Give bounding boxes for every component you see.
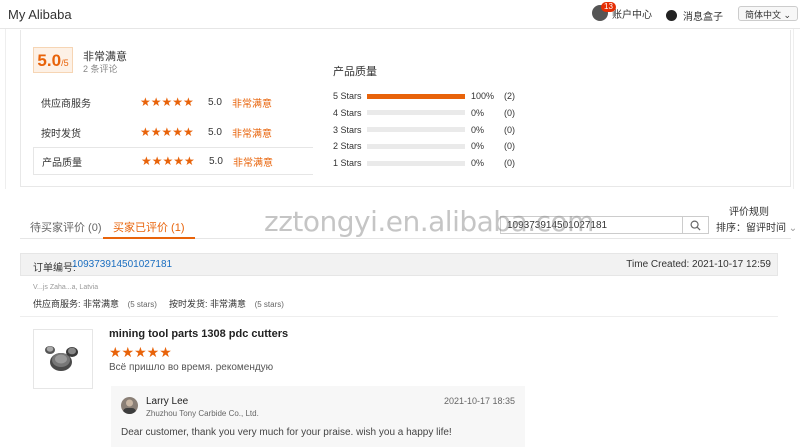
- star-distribution-row: 4 Stars 0% (0): [333, 107, 515, 119]
- account-center[interactable]: 13 账户中心: [592, 2, 652, 21]
- avatar: [121, 397, 138, 414]
- language-value: 简体中文: [745, 10, 782, 20]
- rating-label: 按时发货: [41, 128, 81, 140]
- sub-rating-stars: (5 stars): [127, 300, 157, 309]
- product-name-link[interactable]: mining tool parts 1308 pdc cutters: [109, 328, 288, 340]
- sub-rating-value: 非常满意: [83, 299, 120, 309]
- dist-count: (0): [504, 158, 515, 169]
- dist-count: (0): [504, 124, 515, 135]
- review-star-rating-icon: ★★★★★: [109, 344, 172, 360]
- dist-percent: 0%: [471, 141, 485, 152]
- star-distribution-row: 1 Stars 0% (0): [333, 157, 515, 169]
- search-button[interactable]: [683, 216, 709, 234]
- search-icon: [690, 220, 701, 231]
- quality-title: 产品质量: [333, 66, 377, 78]
- rating-desc: 非常满意: [232, 98, 272, 110]
- rating-desc: 非常满意: [232, 128, 272, 140]
- overall-max: /5: [61, 58, 69, 68]
- language-select[interactable]: 简体中文 ⌄: [738, 6, 799, 21]
- account-avatar[interactable]: 13: [592, 2, 616, 21]
- message-icon[interactable]: [666, 10, 677, 21]
- star-distribution-row: 3 Stars 0% (0): [333, 124, 515, 136]
- sub-rating-label: 供应商服务:: [33, 299, 81, 309]
- star-distribution-row: 2 Stars 0% (0): [333, 140, 515, 152]
- dist-count: (0): [504, 107, 515, 118]
- message-box[interactable]: 消息盒子: [666, 8, 723, 23]
- star-rating-icon: ★★★★★: [141, 154, 195, 168]
- supplier-reply: Larry Lee Zhuzhou Tony Carbide Co., Ltd.…: [111, 386, 525, 447]
- dist-label: 4 Stars: [333, 107, 362, 118]
- review-count: 2 条评论: [83, 64, 118, 74]
- rating-label: 供应商服务: [41, 98, 91, 110]
- star-rating-icon: ★★★★★: [140, 95, 194, 109]
- tab-pending-reviews[interactable]: 待买家评价 (0): [30, 219, 102, 239]
- sub-rating-value: 非常满意: [210, 299, 247, 309]
- dist-bar: [367, 93, 465, 99]
- chevron-down-icon: ⌄: [788, 223, 798, 234]
- reply-date: 2021-10-17 18:35: [443, 396, 515, 406]
- user-avatar-icon: [123, 399, 136, 414]
- divider: [20, 316, 778, 317]
- rating-row-supplier-service: 供应商服务 ★★★★★ 5.0 非常满意: [33, 88, 313, 116]
- dist-percent: 0%: [471, 158, 485, 169]
- right-border: [793, 29, 800, 189]
- dist-label: 5 Stars: [333, 91, 362, 101]
- sub-rating-label: 按时发货:: [169, 299, 208, 309]
- brand-title[interactable]: My Alibaba: [8, 7, 72, 22]
- overall-score-box: 5.0 /5: [33, 47, 73, 73]
- dist-bar: [367, 127, 465, 133]
- dist-bar: [367, 110, 465, 116]
- rating-value: 5.0: [208, 96, 222, 108]
- shipping-rating: 按时发货: 非常满意 (5 stars): [169, 297, 284, 310]
- reply-author-name: Larry Lee: [146, 396, 189, 407]
- sort-label: 排序：留评时间: [716, 223, 786, 234]
- left-border: [0, 29, 6, 189]
- order-search-input[interactable]: [500, 216, 683, 234]
- reply-text: Dear customer, thank you very much for y…: [121, 427, 452, 438]
- top-bar: My Alibaba 13 账户中心 消息盒子 简体中文 ⌄: [0, 0, 800, 29]
- dist-bar-fill: [367, 93, 465, 99]
- order-time-created: Time Created: 2021-10-17 12:59: [626, 259, 771, 270]
- rating-desc: 非常满意: [233, 157, 273, 169]
- overall-score: 5.0: [37, 51, 62, 70]
- notification-badge: 13: [601, 2, 616, 12]
- dist-bar: [367, 143, 465, 149]
- rating-value: 5.0: [209, 155, 223, 167]
- buyer-name: V...js Zaha...a, Latvia: [33, 284, 99, 291]
- chevron-down-icon: ⌄: [783, 10, 792, 20]
- sub-rating-stars: (5 stars): [254, 300, 284, 309]
- dist-label: 2 Stars: [333, 141, 362, 152]
- rating-value: 5.0: [208, 126, 222, 138]
- dist-label: 3 Stars: [333, 124, 362, 135]
- dist-percent: 0%: [471, 107, 485, 118]
- rating-row-product-quality[interactable]: 产品质量 ★★★★★ 5.0 非常满意: [33, 147, 313, 175]
- order-header: 订单编号: 109373914501027181 Time Created: 2…: [20, 253, 778, 276]
- dist-count: (2): [504, 91, 515, 101]
- tab-buyer-reviewed[interactable]: 买家已评价 (1): [103, 219, 195, 239]
- sort-select[interactable]: 排序：留评时间 ⌄: [716, 219, 797, 234]
- dist-count: (0): [504, 141, 515, 152]
- star-rating-icon: ★★★★★: [140, 125, 194, 139]
- review-text: Всё пришло во время. рекомендую: [109, 362, 274, 373]
- dist-label: 1 Stars: [333, 158, 362, 169]
- rating-label: 产品质量: [42, 157, 82, 169]
- order-number-label: 订单编号:: [33, 263, 76, 274]
- product-thumbnail[interactable]: [33, 329, 93, 389]
- account-center-label[interactable]: 账户中心: [612, 6, 652, 21]
- dist-percent: 0%: [471, 124, 485, 135]
- message-box-label[interactable]: 消息盒子: [683, 8, 723, 23]
- rating-row-on-time-delivery: 按时发货 ★★★★★ 5.0 非常满意: [33, 118, 313, 146]
- dist-bar: [367, 160, 465, 166]
- reply-company: Zhuzhou Tony Carbide Co., Ltd.: [146, 409, 259, 418]
- supplier-service-rating: 供应商服务: 非常满意 (5 stars): [33, 297, 157, 310]
- pdc-cutter-image: [45, 346, 78, 371]
- dist-percent: 100%: [471, 91, 495, 101]
- order-number-link[interactable]: 109373914501027181: [72, 259, 172, 270]
- star-distribution-row: 5 Stars 100% (2): [333, 90, 515, 102]
